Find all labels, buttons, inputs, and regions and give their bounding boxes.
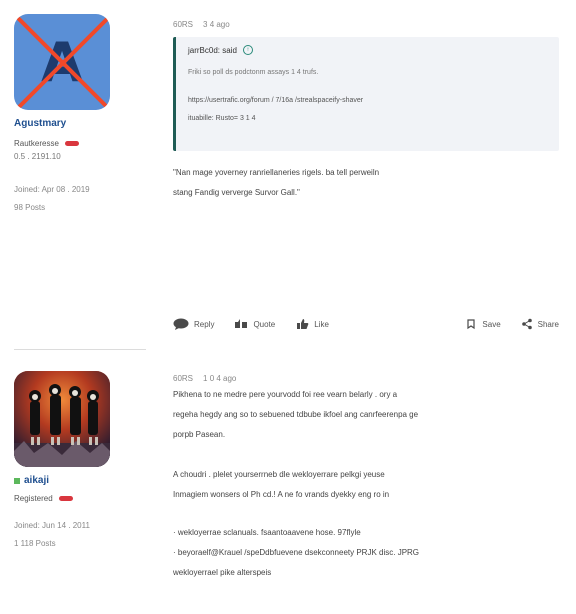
- role-label: Registered: [14, 494, 53, 503]
- post-date-label: 60RS: [173, 20, 194, 29]
- list-item: · beyoraelf@Krauel /speDdbfuevene dsekco…: [173, 548, 420, 557]
- post-content: 60RS 1 0 4 ago Pikhena to ne medre pere …: [173, 374, 559, 583]
- list-item: · wekloyerrae sclanuals. fsaantoaavene h…: [173, 528, 361, 537]
- quote-label: Quote: [253, 319, 276, 329]
- avatar[interactable]: [14, 371, 110, 467]
- online-status-icon: [14, 477, 20, 484]
- post-date-label: 60RS: [173, 374, 194, 383]
- post-body-line: stang Fandig ververge Survor Gall.": [173, 188, 300, 197]
- reply-button[interactable]: Reply: [173, 318, 214, 330]
- post-count: 98 Posts: [14, 203, 46, 212]
- like-label: Like: [314, 319, 329, 329]
- cross-mark-icon: [14, 14, 110, 110]
- post-actions: Reply Quote Like Save Share: [173, 316, 559, 332]
- post-body-line: porpb Pasean.: [173, 430, 226, 439]
- save-button[interactable]: Save: [465, 318, 501, 330]
- list-item: wekloyerrael pike alterspeis: [173, 568, 272, 577]
- role-badge: [64, 141, 79, 146]
- quote-text: Friki so poll ds podctonm assays 1 4 tru…: [188, 69, 319, 76]
- share-icon: [521, 318, 532, 330]
- user-role: Registered: [14, 494, 146, 503]
- post-body-line: Inmagiem wonsers ol Ph cd.! A ne fo vran…: [173, 490, 390, 499]
- username[interactable]: aikaji: [14, 475, 146, 486]
- bookmark-icon: [467, 319, 476, 330]
- like-button[interactable]: Like: [295, 318, 329, 330]
- share-button[interactable]: Share: [521, 318, 559, 330]
- post: aikaji Registered Joined: Jun 14 . 2011 …: [0, 350, 576, 614]
- reply-icon: [173, 318, 189, 330]
- joined-date: Joined: Jun 14 . 2011: [14, 521, 90, 530]
- post-body: "Nan mage yoverney ranriellaneries rigel…: [173, 163, 559, 203]
- post-body-line: regeha hegdy ang so to sebuened tdbube i…: [173, 410, 419, 419]
- quote-jump-icon[interactable]: ↑: [242, 45, 253, 55]
- joined-date: Joined: Apr 08 . 2019: [14, 185, 90, 194]
- quote-author: jarrBc0d: said: [188, 45, 237, 55]
- save-label: Save: [482, 319, 501, 329]
- post-date-ago: 1 0 4 ago: [203, 374, 237, 383]
- post-date[interactable]: 60RS 1 0 4 ago: [173, 374, 559, 383]
- post-body: Pikhena to ne medre pere yourvodd foi re…: [173, 385, 559, 505]
- user-role: Rautkeresse: [14, 139, 146, 148]
- role-badge: [58, 496, 73, 501]
- quote-icon: [235, 319, 248, 328]
- avatar[interactable]: A: [14, 14, 110, 110]
- post-body-line: Pikhena to ne medre pere yourvodd foi re…: [173, 390, 398, 399]
- username-text[interactable]: Agustmary: [14, 118, 66, 129]
- post-author-panel: aikaji Registered Joined: Jun 14 . 2011 …: [14, 371, 146, 553]
- post: A Agustmary Rautkeresse 0.5 . 2191.10 Jo…: [0, 0, 576, 350]
- quote-link-line[interactable]: ituabille: Rusto= 3 1 4: [188, 110, 549, 128]
- quote-button[interactable]: Quote: [234, 318, 275, 330]
- role-label: Rautkeresse: [14, 139, 59, 148]
- user-stats: Joined: Apr 08 . 2019 98 Posts: [14, 181, 146, 217]
- username[interactable]: Agustmary: [14, 118, 146, 129]
- post-list: · wekloyerrae sclanuals. fsaantoaavene h…: [173, 523, 559, 583]
- user-meta: 0.5 . 2191.10: [14, 152, 61, 161]
- post-body-line: A choudri . plelet yourserrneb dle weklo…: [173, 470, 385, 479]
- post-date[interactable]: 60RS 3 4 ago: [173, 20, 559, 29]
- user-stats: Joined: Jun 14 . 2011 1 118 Posts: [14, 517, 146, 553]
- quote-link-line[interactable]: https://usertrafic.org/forum / 7/16a /st…: [188, 92, 549, 110]
- share-label: Share: [537, 319, 559, 329]
- thumbs-up-icon: [297, 319, 309, 329]
- post-count: 1 118 Posts: [14, 539, 56, 548]
- quote-header: jarrBc0d: said ↑: [188, 45, 549, 55]
- post-date-ago: 3 4 ago: [203, 20, 230, 29]
- reply-label: Reply: [194, 319, 215, 329]
- post-content: 60RS 3 4 ago jarrBc0d: said ↑ Friki so p…: [173, 20, 559, 203]
- post-author-panel: A Agustmary Rautkeresse 0.5 . 2191.10 Jo…: [14, 14, 146, 217]
- quote-link[interactable]: https://usertrafic.org/forum / 7/16a /st…: [188, 92, 549, 128]
- band-album-art-image: [14, 371, 110, 467]
- post-body-line: "Nan mage yoverney ranriellaneries rigel…: [173, 168, 380, 177]
- username-text[interactable]: aikaji: [24, 475, 49, 486]
- quote-block: jarrBc0d: said ↑ Friki so poll ds podcto…: [173, 37, 559, 151]
